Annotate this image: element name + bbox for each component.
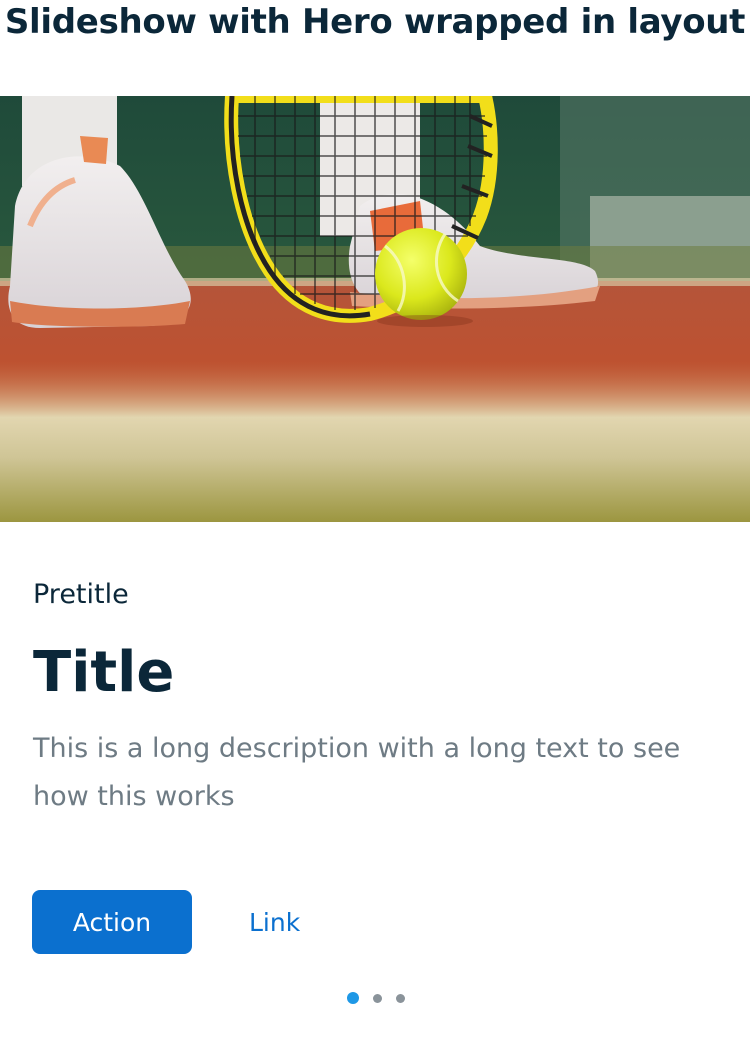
hero-pretitle: Pretitle [33,579,129,610]
pagination-dot-2[interactable] [373,993,382,1003]
hero-image [0,96,750,522]
action-button[interactable]: Action [32,890,192,954]
hero-title: Title [33,640,175,705]
slideshow-pagination [0,992,750,1004]
pagination-dot-3[interactable] [396,993,405,1003]
page-title: Slideshow with Hero wrapped in layout [4,2,746,42]
slideshow-page: Slideshow with Hero wrapped in layout Pr… [0,0,750,1050]
hero-content: Pretitle Title This is a long descriptio… [33,575,723,821]
hero-actions: Action Link [32,890,300,954]
link-button[interactable]: Link [249,908,300,937]
pagination-dot-1[interactable] [347,992,359,1004]
hero-description: This is a long description with a long t… [33,733,681,812]
